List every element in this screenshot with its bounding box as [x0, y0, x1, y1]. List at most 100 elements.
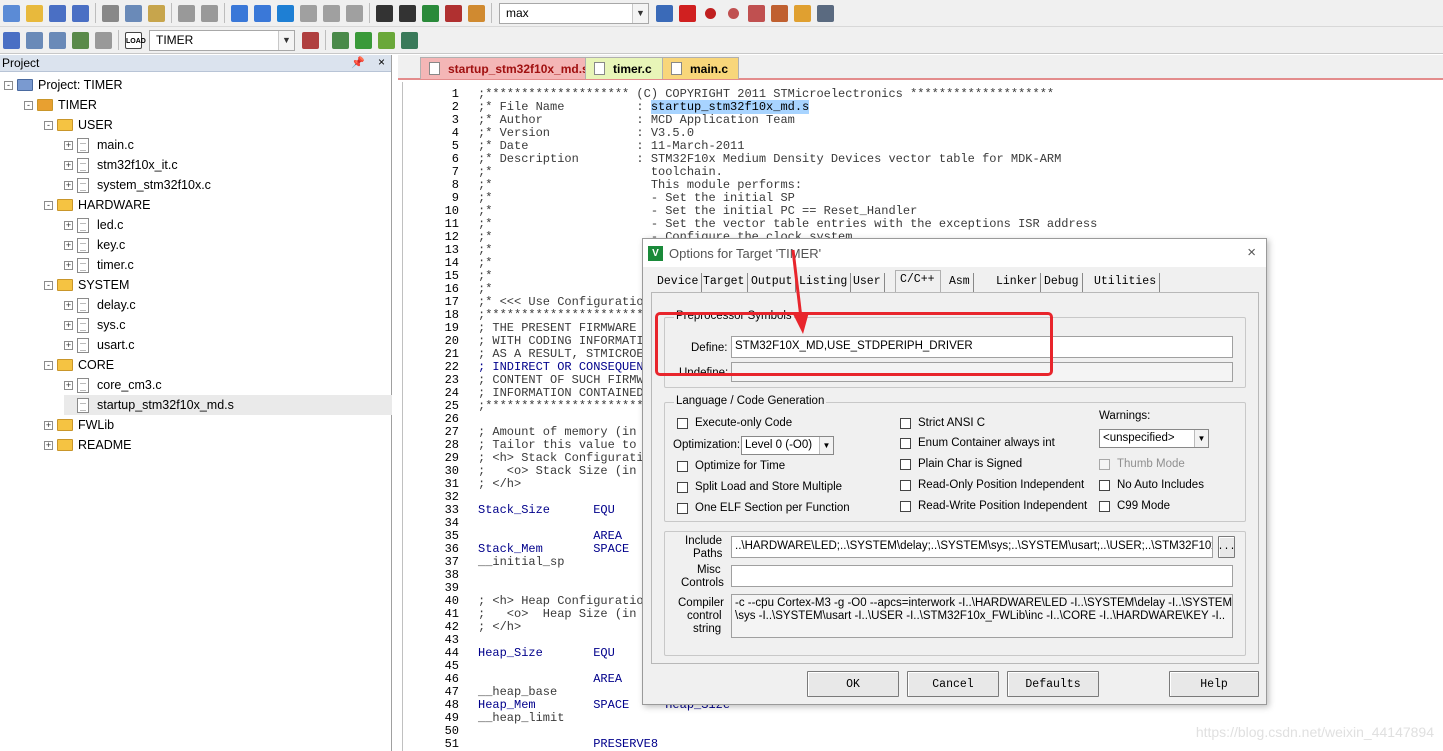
no-auto-includes-checkbox[interactable]: No Auto Includes [1099, 479, 1204, 491]
plain-char-checkbox[interactable]: Plain Char is Signed [900, 458, 1022, 470]
expand-icon[interactable]: + [44, 420, 53, 430]
find-icon[interactable] [656, 4, 673, 22]
prev-bookmark-icon[interactable] [300, 4, 317, 22]
rw-position-checkbox[interactable]: Read-Write Position Independent [900, 500, 1087, 512]
tree-item[interactable]: + usart.c [64, 335, 135, 355]
warnings-select[interactable]: <unspecified> ▼ [1099, 429, 1209, 448]
ok-button[interactable]: OK [807, 671, 899, 697]
clear-bookmarks-icon[interactable] [346, 4, 363, 22]
build-icon[interactable] [26, 31, 43, 49]
tree-item[interactable]: + key.c [64, 235, 125, 255]
undo-icon[interactable] [178, 4, 195, 22]
dialog-tab[interactable]: Linker [992, 273, 1042, 292]
one-elf-checkbox[interactable]: One ELF Section per Function [677, 502, 850, 514]
rebuild-icon[interactable] [49, 31, 66, 49]
disable-breakpoints-icon[interactable] [748, 4, 765, 22]
target-select[interactable]: TIMER ▼ [149, 29, 295, 51]
tree-item[interactable]: + led.c [64, 215, 123, 235]
thumb-mode-checkbox[interactable]: Thumb Mode [1099, 458, 1185, 470]
strict-ansi-checkbox[interactable]: Strict ANSI C [900, 417, 985, 429]
tree-item[interactable]: + FWLib [44, 415, 114, 435]
save-icon[interactable] [49, 4, 66, 22]
tree-item[interactable]: + README [44, 435, 131, 455]
comment-icon[interactable] [422, 4, 439, 22]
tree-item[interactable]: + timer.c [64, 255, 134, 275]
collapse-icon[interactable]: - [44, 360, 53, 370]
pack-installer-icon[interactable] [401, 31, 418, 49]
tree-item[interactable]: - Project: TIMER [4, 75, 123, 95]
dialog-tab[interactable]: Asm [945, 273, 974, 292]
expand-icon[interactable]: + [64, 300, 73, 310]
tree-item[interactable]: - TIMER [24, 95, 97, 115]
expand-icon[interactable]: + [64, 340, 73, 350]
config-icon[interactable] [817, 4, 834, 22]
tree-item[interactable]: startup_stm32f10x_md.s [64, 395, 392, 415]
tree-item[interactable]: - HARDWARE [44, 195, 150, 215]
dialog-tab[interactable]: Debug [1040, 273, 1083, 292]
dialog-tab[interactable]: Target [699, 273, 749, 292]
expand-icon[interactable]: + [44, 440, 53, 450]
tree-item[interactable]: - USER [44, 115, 113, 135]
expand-icon[interactable]: + [64, 180, 73, 190]
include-paths-field[interactable]: ..\HARDWARE\LED;..\SYSTEM\delay;..\SYSTE… [731, 536, 1213, 558]
target-options-icon[interactable] [302, 31, 319, 49]
misc-controls-field[interactable] [731, 565, 1233, 587]
cut-icon[interactable] [102, 4, 119, 22]
tree-item[interactable]: - CORE [44, 355, 114, 375]
tree-item[interactable]: + sys.c [64, 315, 125, 335]
tree-item[interactable]: - SYSTEM [44, 275, 129, 295]
defaults-button[interactable]: Defaults [1007, 671, 1099, 697]
window-layout-icon[interactable] [794, 4, 811, 22]
close-panel-icon[interactable]: × [378, 55, 385, 69]
record-icon[interactable] [705, 7, 716, 19]
indent-icon[interactable] [376, 4, 393, 22]
define-field[interactable]: STM32F10X_MD,USE_STDPERIPH_DRIVER [731, 336, 1233, 358]
expand-icon[interactable]: + [64, 320, 73, 330]
batch-build-icon[interactable] [72, 31, 89, 49]
redo-icon[interactable] [201, 4, 218, 22]
nav-back-icon[interactable] [231, 4, 248, 22]
collapse-icon[interactable]: - [4, 80, 13, 90]
expand-icon[interactable]: + [64, 220, 73, 230]
help-button[interactable]: Help [1169, 671, 1259, 697]
breakpoint-icon[interactable] [728, 7, 739, 19]
editor-tab[interactable]: startup_stm32f10x_md.s [420, 57, 600, 79]
collapse-icon[interactable]: - [24, 100, 33, 110]
next-bookmark-icon[interactable] [323, 4, 340, 22]
dialog-tab[interactable]: User [849, 273, 885, 292]
browse-button[interactable]: ... [1218, 536, 1236, 558]
enum-container-checkbox[interactable]: Enum Container always int [900, 437, 1055, 449]
tree-item[interactable]: + system_stm32f10x.c [64, 175, 211, 195]
tree-item[interactable]: + delay.c [64, 295, 136, 315]
select-packs-icon[interactable] [355, 31, 372, 49]
debug-start-icon[interactable] [679, 4, 696, 22]
expand-icon[interactable]: + [64, 380, 73, 390]
expand-icon[interactable]: + [64, 140, 73, 150]
new-file-icon[interactable] [3, 4, 20, 22]
uncomment-icon[interactable] [445, 4, 462, 22]
dialog-tab[interactable]: Utilities [1090, 273, 1161, 292]
collapse-icon[interactable]: - [44, 120, 53, 130]
translate-icon[interactable] [3, 31, 20, 49]
nav-forward-icon[interactable] [254, 4, 271, 22]
execute-only-checkbox[interactable]: Execute-only Code [677, 417, 792, 429]
c99-mode-checkbox[interactable]: C99 Mode [1099, 500, 1170, 512]
expand-icon[interactable]: + [64, 260, 73, 270]
bookmark-icon[interactable] [277, 4, 294, 22]
save-all-icon[interactable] [72, 4, 89, 22]
close-icon[interactable]: × [1247, 244, 1256, 261]
editor-tab[interactable]: main.c [662, 57, 740, 79]
tree-item[interactable]: + main.c [64, 135, 134, 155]
undefine-field[interactable] [731, 362, 1233, 382]
manage-rte-icon[interactable] [378, 31, 395, 49]
kill-breakpoints-icon[interactable] [771, 4, 788, 22]
pin-icon[interactable]: 📌 [351, 56, 365, 69]
open-icon[interactable] [26, 4, 43, 22]
tree-item[interactable]: + stm32f10x_it.c [64, 155, 178, 175]
dialog-tab[interactable]: Device [653, 273, 703, 292]
collapse-icon[interactable]: - [44, 200, 53, 210]
editor-tab[interactable]: timer.c [585, 57, 663, 79]
tree-item[interactable]: + core_cm3.c [64, 375, 162, 395]
optimization-select[interactable]: Level 0 (-O0) ▼ [741, 436, 834, 455]
target-combo[interactable]: max ▼ [499, 2, 649, 24]
